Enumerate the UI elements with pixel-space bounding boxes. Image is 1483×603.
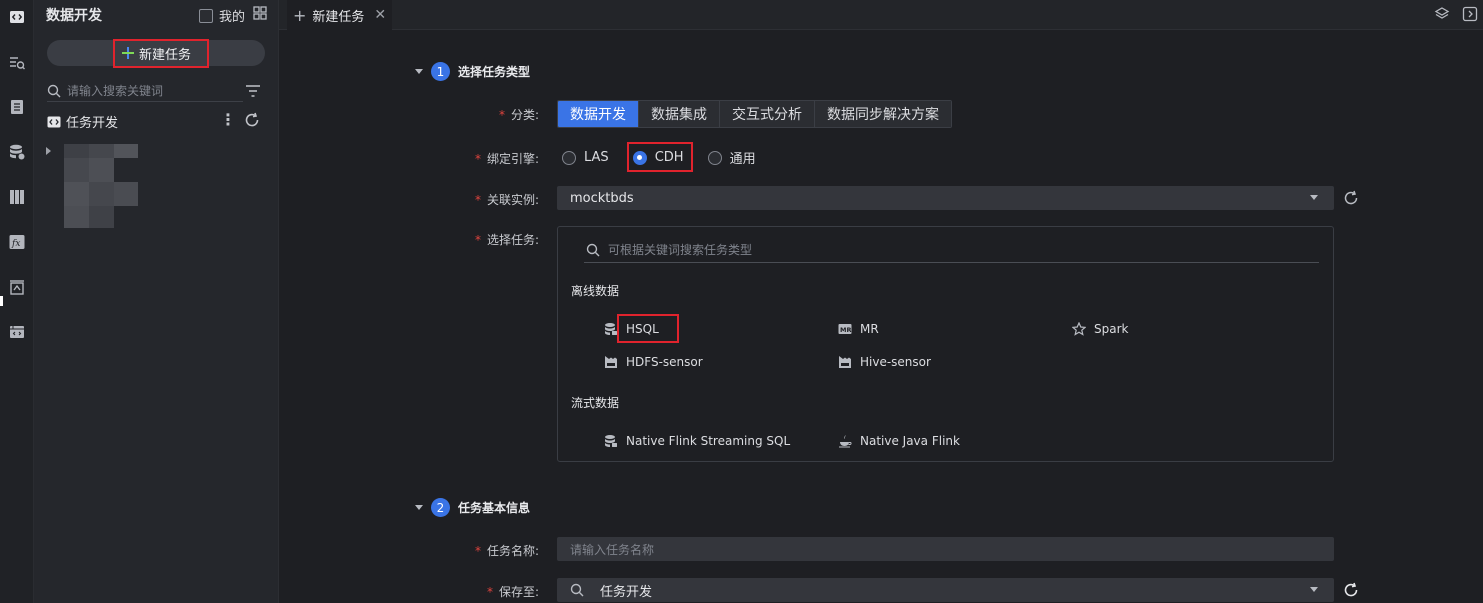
code-icon[interactable]	[5, 5, 29, 29]
save-to-select[interactable]: 任务开发	[557, 578, 1334, 602]
tree-expand-icon[interactable]	[46, 147, 51, 155]
engine-radio-general[interactable]: 通用	[707, 148, 756, 167]
task-name-input[interactable]: 请输入任务名称	[557, 537, 1334, 561]
refresh-icon[interactable]	[1343, 582, 1359, 598]
search-icon	[586, 243, 600, 256]
search-icon	[47, 84, 61, 97]
radio-icon	[562, 150, 576, 165]
main-panel: + 新建任务 ✕ 1 选择任务类型 * 分类: 数据开发 数据集成 交互式分析 数…	[279, 0, 1483, 603]
highlight-cdh	[627, 142, 693, 172]
chevron-down-icon	[1310, 195, 1318, 200]
more-vertical-icon[interactable]: ⋮	[220, 110, 236, 129]
chevron-down-icon	[1310, 587, 1318, 592]
task-item-native-flink-sql[interactable]: Native Flink Streaming SQL	[604, 434, 790, 448]
tab-new-task[interactable]: + 新建任务 ✕	[287, 0, 392, 30]
terminal-icon[interactable]	[5, 320, 29, 344]
database-stack-icon	[605, 323, 617, 335]
mine-checkbox[interactable]	[199, 8, 213, 23]
group-title-offline: 离线数据	[571, 284, 620, 298]
step-number: 2	[431, 498, 450, 517]
close-icon[interactable]: ✕	[374, 7, 386, 23]
activity-bar: fx	[0, 0, 34, 603]
sensor-icon	[839, 356, 851, 368]
task-item-hive-sensor[interactable]: Hive-sensor	[838, 355, 931, 369]
java-icon	[839, 435, 852, 448]
sidebar-search[interactable]: 请输入搜索关键词	[47, 80, 243, 102]
function-icon[interactable]: fx	[5, 230, 29, 254]
section-basic-info-header[interactable]: 2 任务基本信息	[415, 498, 530, 517]
category-data-integration[interactable]: 数据集成	[639, 101, 720, 127]
instance-value: mocktbds	[570, 190, 634, 206]
highlight-hsql	[617, 314, 679, 343]
sensor-icon	[605, 356, 617, 368]
mine-filter[interactable]: 我的	[199, 6, 245, 25]
database-stack-icon	[605, 435, 617, 447]
tab-bar: + 新建任务 ✕	[279, 0, 1483, 30]
tree-root[interactable]: 任务开发	[47, 112, 118, 131]
code-icon	[47, 116, 61, 127]
category-label: * 分类:	[498, 108, 539, 122]
category-interactive-analysis[interactable]: 交互式分析	[720, 101, 815, 127]
category-data-dev[interactable]: 数据开发	[558, 101, 639, 127]
section-title: 选择任务类型	[458, 65, 531, 79]
group-title-streaming: 流式数据	[571, 396, 620, 410]
tab-label: 新建任务	[312, 9, 365, 25]
layout-grid-icon[interactable]	[253, 6, 267, 20]
collapse-icon[interactable]	[415, 69, 423, 74]
refresh-icon[interactable]	[244, 112, 260, 128]
layers-icon[interactable]	[1434, 6, 1450, 22]
task-type-search[interactable]: 可根据关键词搜索任务类型	[584, 237, 1319, 263]
database-icon[interactable]	[5, 140, 29, 164]
svg-text:fx: fx	[11, 239, 20, 249]
columns-icon[interactable]	[5, 185, 29, 209]
search-icon	[570, 583, 584, 597]
save-to-value: 任务开发	[600, 584, 653, 600]
expand-panel-icon[interactable]	[1462, 6, 1478, 22]
query-icon[interactable]	[5, 51, 29, 75]
refresh-icon[interactable]	[1343, 190, 1359, 206]
sidebar-title: 数据开发	[46, 8, 102, 24]
section-title: 任务基本信息	[458, 501, 531, 515]
radio-icon	[707, 150, 722, 165]
collapse-icon[interactable]	[415, 505, 423, 510]
tree-root-label: 任务开发	[66, 116, 119, 131]
save-to-label: * 保存至:	[486, 585, 539, 599]
task-name-placeholder: 请输入任务名称	[570, 542, 655, 557]
mr-icon: MR	[838, 324, 852, 334]
instance-select[interactable]: mocktbds	[557, 186, 1334, 210]
section-task-type-header[interactable]: 1 选择任务类型	[415, 62, 530, 81]
deploy-icon[interactable]	[5, 275, 29, 299]
task-name-label: * 任务名称:	[474, 544, 539, 558]
task-item-native-java-flink[interactable]: Native Java Flink	[838, 434, 960, 448]
engine-label: * 绑定引擎:	[474, 152, 539, 166]
svg-text:MR: MR	[840, 326, 851, 334]
task-item-mr[interactable]: MR MR	[838, 322, 879, 336]
task-item-hdfs-sensor[interactable]: HDFS-sensor	[604, 355, 703, 369]
instance-label: * 关联实例:	[474, 193, 539, 207]
active-indicator	[0, 296, 3, 306]
sidebar: 数据开发 我的 新建任务 请输入搜索关键词 任务开发 ⋮	[34, 0, 279, 603]
engine-radio-las[interactable]: LAS	[562, 150, 609, 165]
plus-icon: +	[293, 5, 307, 25]
star-icon	[1072, 322, 1086, 336]
highlight-new-task	[113, 39, 209, 68]
document-icon[interactable]	[5, 95, 29, 119]
task-type-search-input[interactable]: 可根据关键词搜索任务类型	[608, 241, 752, 258]
filter-icon[interactable]	[245, 84, 261, 98]
category-sync-solution[interactable]: 数据同步解决方案	[815, 101, 951, 127]
task-item-spark[interactable]: Spark	[1072, 322, 1128, 336]
task-label: * 选择任务:	[474, 233, 539, 247]
task-type-picker: 可根据关键词搜索任务类型 离线数据 HSQL MR MR Spark HDFS-…	[557, 226, 1334, 462]
sidebar-search-input[interactable]: 请输入搜索关键词	[67, 82, 163, 99]
mine-label: 我的	[219, 10, 246, 25]
step-number: 1	[431, 62, 450, 81]
category-segmented[interactable]: 数据开发 数据集成 交互式分析 数据同步解决方案	[557, 100, 952, 128]
